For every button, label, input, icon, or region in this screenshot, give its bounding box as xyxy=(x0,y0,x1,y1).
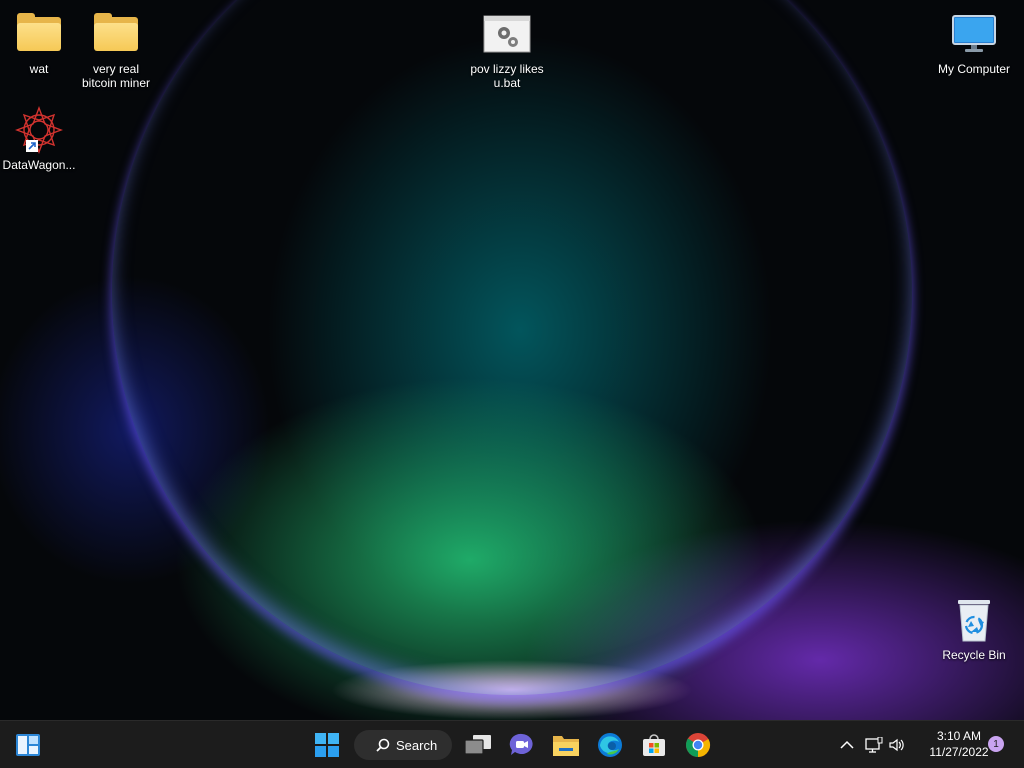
store-icon xyxy=(643,734,665,756)
task-view-icon xyxy=(465,735,491,755)
desktop-icon-label: Recycle Bin xyxy=(942,648,1006,662)
desktop-icon-label: very real bitcoin miner xyxy=(81,62,151,90)
windows-start-icon xyxy=(315,733,339,757)
desktop-icon-label: DataWagon... xyxy=(2,158,76,172)
desktop-icon-wat[interactable]: wat xyxy=(1,10,77,76)
batch-file-icon xyxy=(483,10,531,58)
chrome-icon xyxy=(686,733,711,757)
widgets-button[interactable] xyxy=(10,729,46,761)
chat-button[interactable] xyxy=(506,729,538,761)
desktop-icon-label: wat xyxy=(29,62,49,76)
taskbar: Search 3:10 AM 11/27/2022 xyxy=(0,720,1024,768)
notification-badge[interactable]: 1 xyxy=(988,736,1004,752)
chevron-up-icon xyxy=(840,740,854,749)
shortcut-icon xyxy=(15,106,63,154)
search-button[interactable]: Search xyxy=(354,730,452,760)
recycle-bin-icon xyxy=(954,596,994,644)
widgets-icon xyxy=(16,734,40,756)
task-view-button[interactable] xyxy=(462,729,494,761)
desktop-icon-label: pov lizzy likes u.bat xyxy=(470,62,544,90)
desktop-icon-bitcoin-miner[interactable]: very real bitcoin miner xyxy=(78,10,154,90)
volume-button[interactable] xyxy=(886,729,908,761)
store-button[interactable] xyxy=(638,729,670,761)
desktop: wat very real bitcoin miner pov lizzy li… xyxy=(0,0,1024,720)
search-icon xyxy=(376,738,390,752)
edge-button[interactable] xyxy=(594,729,626,761)
desktop-icon-label: My Computer xyxy=(937,62,1011,76)
desktop-icon-datawagon[interactable]: DataWagon... xyxy=(1,106,77,172)
network-icon xyxy=(865,737,883,753)
desktop-icon-bat-file[interactable]: pov lizzy likes u.bat xyxy=(469,10,545,90)
edge-icon xyxy=(598,733,622,757)
chat-icon xyxy=(509,733,533,755)
file-explorer-icon xyxy=(553,736,579,756)
speaker-icon xyxy=(889,738,904,752)
search-label: Search xyxy=(396,737,438,753)
start-button[interactable] xyxy=(310,729,344,761)
desktop-icon-recycle-bin[interactable]: Recycle Bin xyxy=(936,596,1012,662)
desktop-icon-my-computer[interactable]: My Computer xyxy=(936,10,1012,76)
chrome-button[interactable] xyxy=(682,729,714,761)
monitor-icon xyxy=(951,10,997,58)
show-hidden-icons-button[interactable] xyxy=(836,729,858,761)
folder-icon xyxy=(94,10,138,58)
folder-icon xyxy=(17,10,61,58)
network-button[interactable] xyxy=(862,729,886,761)
file-explorer-button[interactable] xyxy=(550,729,582,761)
